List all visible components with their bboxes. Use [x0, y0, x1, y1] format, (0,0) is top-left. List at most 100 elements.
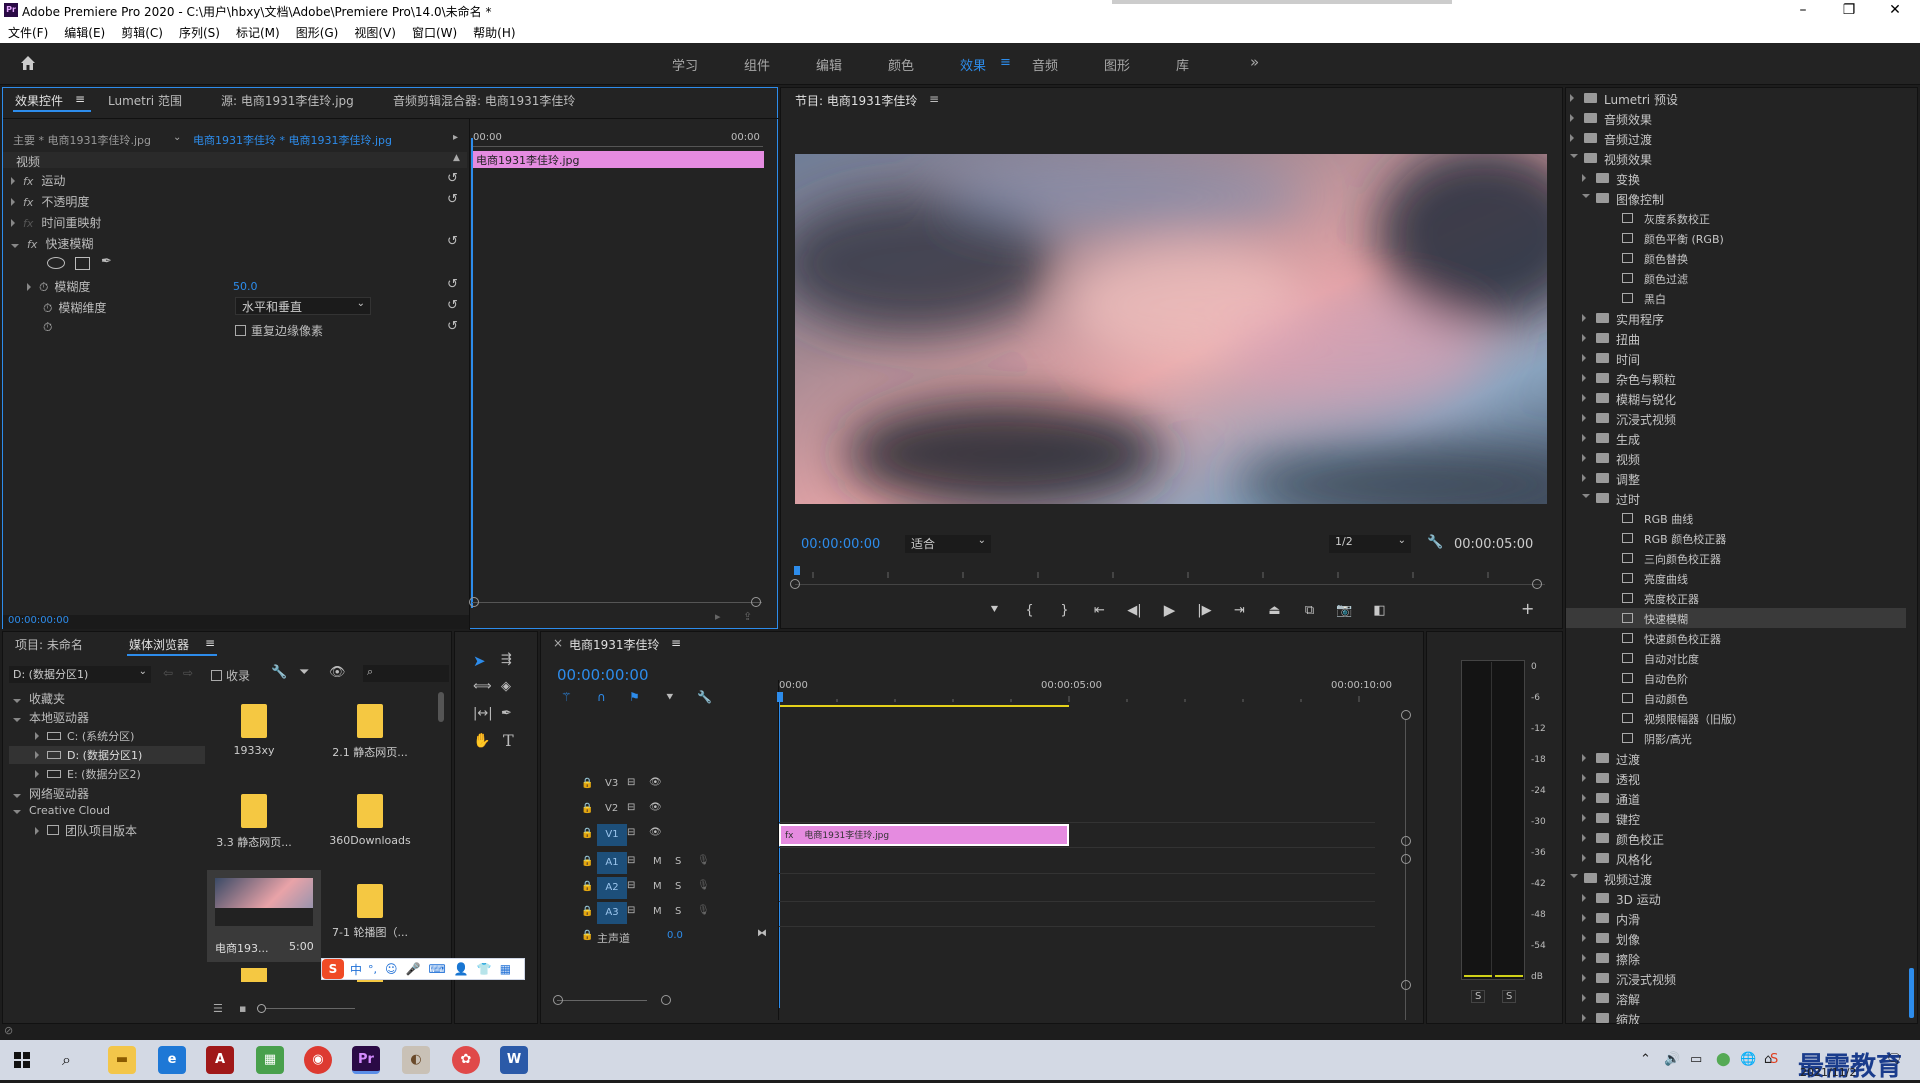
zoom-handle-right[interactable] [751, 597, 761, 607]
effect-item[interactable]: RGB 曲线 [1566, 508, 1906, 528]
expand-icon[interactable] [1582, 454, 1586, 462]
effect-folder[interactable]: 透视 [1566, 768, 1906, 788]
expand-icon[interactable] [1582, 474, 1586, 482]
workspace-assembly[interactable]: 组件 [744, 55, 770, 74]
keyboard-icon[interactable]: ⌨ [428, 962, 445, 976]
step-back-icon[interactable]: ◀| [1117, 603, 1152, 618]
effect-folder[interactable]: 沉浸式视频 [1566, 408, 1906, 428]
reset-icon[interactable]: ↺ [447, 277, 767, 292]
volume-icon[interactable]: 🔊 [1664, 1052, 1680, 1067]
menu-clip[interactable]: 剪辑(C) [121, 24, 163, 41]
expand-icon[interactable] [1582, 894, 1586, 902]
effect-item[interactable]: 自动颜色 [1566, 688, 1906, 708]
effect-folder[interactable]: 通道 [1566, 788, 1906, 808]
ime-punct-toggle[interactable]: °, [368, 963, 377, 976]
scroll-up-icon[interactable]: ▲ [453, 153, 460, 163]
media-app-icon[interactable]: ◐ [402, 1046, 430, 1074]
mark-out-icon[interactable]: } [1047, 603, 1082, 618]
filter-icon[interactable]: ▸ [715, 610, 721, 623]
media-item-folder[interactable]: 2.1 静态网页... [325, 692, 415, 766]
lock-icon[interactable]: 🔒 [581, 856, 593, 867]
tab-sequence[interactable]: 电商1931李佳玲 [569, 636, 660, 653]
pen-tool-icon[interactable]: ✒ [501, 706, 512, 721]
ripple-edit-tool-icon[interactable]: ⟺ [473, 679, 492, 694]
workspace-audio[interactable]: 音频 [1032, 55, 1058, 74]
media-scrollbar[interactable] [438, 692, 444, 722]
hand-tool-icon[interactable]: ✋ [473, 733, 490, 749]
effect-row-fast-blur[interactable]: fx 快速模糊 [11, 235, 93, 255]
effect-folder[interactable]: 音频效果 [1566, 108, 1906, 128]
effect-folder[interactable]: 内滑 [1566, 908, 1906, 928]
tree-drive-e[interactable]: E: (数据分区2) [35, 766, 141, 786]
workspace-libraries[interactable]: 库 [1176, 55, 1189, 74]
tab-lumetri-scopes[interactable]: Lumetri 范围 [108, 92, 182, 109]
tree-favorites[interactable]: 收藏夹 [13, 690, 65, 710]
forward-icon[interactable]: ⇨ [183, 666, 193, 680]
eye-icon[interactable]: 👁 [649, 802, 662, 813]
media-item-folder[interactable]: 360Downloads [325, 782, 415, 856]
go-to-in-icon[interactable]: ⇤ [1082, 603, 1117, 618]
effect-folder[interactable]: 过渡 [1566, 748, 1906, 768]
program-title[interactable]: 节目: 电商1931李佳玲 [795, 92, 917, 109]
reset-icon[interactable]: ↺ [447, 234, 767, 249]
program-zoom-handle-left[interactable] [790, 579, 800, 589]
expand-icon[interactable] [1582, 434, 1586, 442]
pdf-reader-icon[interactable]: A [206, 1046, 234, 1074]
drive-select[interactable]: D: (数据分区1) ⌄ [9, 666, 151, 683]
stopwatch-icon[interactable]: ⏱ [39, 280, 48, 294]
media-item-folder[interactable]: 1933xy [209, 692, 299, 766]
menu-view[interactable]: 视图(V) [354, 24, 396, 41]
expand-icon[interactable] [1582, 954, 1586, 962]
sync-lock-icon[interactable]: ⊟ [627, 827, 635, 838]
skin-icon[interactable]: 👕 [477, 962, 492, 976]
blurriness-value[interactable]: 50.0 [233, 280, 258, 293]
list-view-icon[interactable]: ☰ [213, 1002, 223, 1015]
lock-icon[interactable]: 🔒 [581, 803, 593, 814]
expand-icon[interactable] [1582, 314, 1586, 322]
effect-item[interactable]: 自动对比度 [1566, 648, 1906, 668]
workspace-graphics[interactable]: 图形 [1104, 55, 1130, 74]
add-marker-icon[interactable]: ⯆ [665, 690, 675, 705]
file-explorer-icon[interactable]: ▬ [108, 1046, 136, 1074]
effect-folder[interactable]: 音频过渡 [1566, 128, 1906, 148]
workspace-effects[interactable]: 效果 [960, 55, 986, 74]
menu-window[interactable]: 窗口(W) [412, 24, 457, 41]
mute-button[interactable]: M [653, 856, 662, 867]
close-window-button[interactable]: ✕ [1872, 0, 1918, 22]
sogou-tray-icon[interactable]: S [1770, 1052, 1778, 1067]
effect-folder[interactable]: 视频效果 [1566, 148, 1906, 168]
user-icon[interactable]: 👤 [454, 962, 469, 976]
expand-timeline-icon[interactable]: ▸ [453, 132, 458, 143]
tab-effect-controls[interactable]: 效果控件 [15, 92, 63, 109]
effect-item[interactable]: 黑白 [1566, 288, 1906, 308]
effect-item[interactable]: 颜色平衡 (RGB) [1566, 228, 1906, 248]
mute-button[interactable]: M [653, 906, 662, 917]
effect-folder[interactable]: 颜色校正 [1566, 828, 1906, 848]
filter-icon[interactable]: ⏷ [299, 665, 309, 680]
timeline-playhead-handle[interactable] [777, 692, 783, 702]
expand-icon[interactable] [1582, 354, 1586, 362]
minimize-button[interactable]: – [1780, 0, 1826, 22]
timeline-zoom-handle-right[interactable] [661, 995, 671, 1005]
expand-icon[interactable] [1582, 914, 1586, 922]
expand-icon[interactable] [1582, 1014, 1586, 1022]
collapse-icon[interactable] [1582, 494, 1590, 498]
fx-icon[interactable]: fx [23, 175, 33, 188]
collapse-icon[interactable] [1570, 154, 1578, 158]
expand-icon[interactable] [1582, 854, 1586, 862]
tab-source[interactable]: 源: 电商1931李佳玲.jpg [221, 92, 354, 109]
sync-lock-icon[interactable]: ⊟ [627, 802, 635, 813]
comparison-view-icon[interactable]: ◧ [1362, 603, 1397, 618]
timeline-ruler[interactable] [779, 692, 1369, 702]
workspace-menu-icon[interactable]: ≡ [1000, 55, 1011, 70]
extract-icon[interactable]: ⧉ [1292, 603, 1327, 618]
workspace-learn[interactable]: 学习 [672, 55, 698, 74]
effect-item[interactable]: 颜色替换 [1566, 248, 1906, 268]
effect-folder[interactable]: 过时 [1566, 488, 1906, 508]
fx-icon[interactable]: fx [23, 196, 33, 209]
solo-button[interactable]: S [675, 906, 681, 917]
workspace-editing[interactable]: 编辑 [816, 55, 842, 74]
effect-folder[interactable]: 视频过渡 [1566, 868, 1906, 888]
menu-sequence[interactable]: 序列(S) [179, 24, 220, 41]
effect-folder[interactable]: 变换 [1566, 168, 1906, 188]
